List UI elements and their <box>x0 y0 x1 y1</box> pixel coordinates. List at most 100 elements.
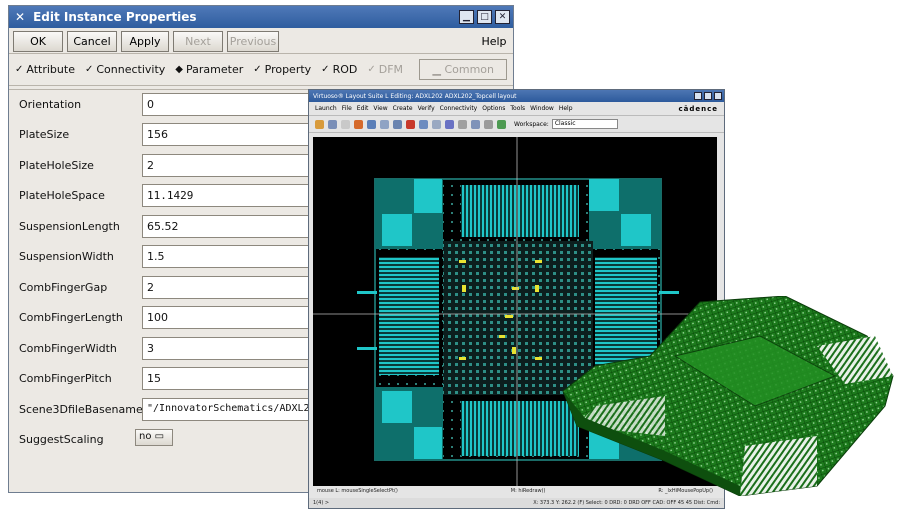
tab-rod[interactable]: ✓ ROD <box>321 63 357 76</box>
command-prompt[interactable]: 1(4) > <box>313 500 329 506</box>
tab-label: Attribute <box>26 63 75 76</box>
undo-icon[interactable] <box>354 119 363 129</box>
layout-command-line: 1(4) > X: 373.3 Y: 262.2 (F) Select: 0 D… <box>309 498 724 508</box>
dropdown-icon: ▭ <box>154 431 165 442</box>
status-left: mouse L: mouseSingleSelectPt() <box>317 488 398 494</box>
pad-tr-2 <box>621 214 651 246</box>
next-button[interactable]: Next <box>173 31 223 52</box>
via <box>459 260 466 263</box>
maximize-icon[interactable] <box>704 92 712 100</box>
button-bar: OK Cancel Apply Next Previous Help <box>9 28 513 54</box>
tab-dfm[interactable]: ✓ DFM <box>367 63 403 76</box>
param-label: Orientation <box>19 98 82 111</box>
check-icon: ✓ <box>15 64 24 75</box>
cut-icon[interactable] <box>341 119 350 129</box>
menu-verify[interactable]: Verify <box>418 105 435 112</box>
workspace-label: Workspace: <box>514 120 549 128</box>
menu-options[interactable]: Options <box>482 105 505 112</box>
menu-file[interactable]: File <box>342 105 352 112</box>
menu-view[interactable]: View <box>373 105 387 112</box>
tab-attribute[interactable]: ✓ Attribute <box>15 63 75 76</box>
mesh-plate-top <box>562 296 894 496</box>
menu-help[interactable]: Help <box>559 105 573 112</box>
delete-icon[interactable] <box>406 119 415 129</box>
via <box>535 260 542 263</box>
previous-button[interactable]: Previous <box>227 31 279 52</box>
menu-launch[interactable]: Launch <box>315 105 337 112</box>
param-label: PlateHoleSize <box>19 159 94 172</box>
pad-tr-1 <box>589 179 619 211</box>
tab-property[interactable]: ✓ Property <box>253 63 311 76</box>
pad-tl-2 <box>382 214 412 246</box>
beam-h-top <box>357 291 377 294</box>
menu-edit[interactable]: Edit <box>357 105 369 112</box>
stretch-icon[interactable] <box>393 119 402 129</box>
beam-h-right <box>659 291 679 294</box>
pad-bl-2 <box>414 427 442 459</box>
comb-left <box>379 257 439 375</box>
properties-icon[interactable] <box>432 119 441 129</box>
check-icon: ✓ <box>253 64 262 75</box>
beam-h-left-bottom <box>357 347 377 350</box>
status-middle: M: hiRedraw() <box>510 488 546 494</box>
close-icon[interactable]: ✕ <box>495 10 510 24</box>
cancel-button[interactable]: Cancel <box>67 31 117 52</box>
coordinate-status: X: 373.3 Y: 262.2 (F) Select: 0 DRD: 0 D… <box>533 500 720 506</box>
param-label: Scene3DfileBasename <box>19 403 143 416</box>
check-icon: ✓ <box>367 64 376 75</box>
param-label: CombFingerLength <box>19 311 123 324</box>
via <box>462 285 466 292</box>
tab-parameter[interactable]: ◆ Parameter <box>175 63 243 76</box>
param-label: CombFingerPitch <box>19 372 112 385</box>
hierarchy-icon[interactable] <box>445 119 454 129</box>
menu-connectivity[interactable]: Connectivity <box>440 105 478 112</box>
menu-create[interactable]: Create <box>393 105 413 112</box>
via <box>535 285 539 292</box>
ruler-icon[interactable] <box>458 119 467 129</box>
cadence-logo: cādence <box>678 104 718 113</box>
menu-tools[interactable]: Tools <box>510 105 525 112</box>
close-icon[interactable] <box>714 92 722 100</box>
workspace-select[interactable]: Classic <box>551 119 618 129</box>
copy-icon[interactable] <box>380 119 389 129</box>
check-icon: ✓ <box>321 64 330 75</box>
layout-titlebar[interactable]: Virtuoso® Layout Suite L Editing: ADXL20… <box>309 90 724 102</box>
3d-mesh-render <box>562 296 894 496</box>
param-label: SuggestScaling <box>19 433 104 446</box>
pad-tl-1 <box>414 179 442 213</box>
via <box>512 287 519 290</box>
menu-window[interactable]: Window <box>530 105 554 112</box>
save-icon[interactable] <box>328 119 337 129</box>
x-icon: ✕ <box>15 10 26 24</box>
layers-icon[interactable] <box>497 119 506 129</box>
open-icon[interactable] <box>315 119 324 129</box>
layout-menubar: Launch File Edit View Create Verify Conn… <box>309 102 724 115</box>
apply-button[interactable]: Apply <box>121 31 169 52</box>
layout-title: Virtuoso® Layout Suite L Editing: ADXL20… <box>313 92 517 100</box>
pad-bl-1 <box>382 391 412 423</box>
minimize-icon[interactable]: ▁ <box>459 10 474 24</box>
via <box>459 357 466 360</box>
ok-button[interactable]: OK <box>13 31 63 52</box>
tab-bar: ✓ Attribute ✓ Connectivity ◆ Parameter ✓ Pro… <box>9 54 513 86</box>
zoom-icon[interactable] <box>471 119 480 129</box>
param-label: CombFingerGap <box>19 281 108 294</box>
tab-label: Connectivity <box>96 63 166 76</box>
diamond-icon: ◆ <box>175 64 183 75</box>
maximize-icon[interactable]: □ <box>477 10 492 24</box>
pan-icon[interactable] <box>484 119 493 129</box>
minimize-icon[interactable] <box>694 92 702 100</box>
tab-connectivity[interactable]: ✓ Connectivity <box>85 63 165 76</box>
dialog-titlebar[interactable]: ✕ Edit Instance Properties ▁ □ ✕ <box>9 6 513 28</box>
move-icon[interactable] <box>367 119 376 129</box>
common-toggle[interactable]: ▁ Common <box>419 59 507 80</box>
tab-label: DFM <box>378 63 404 76</box>
param-label: SuspensionLength <box>19 220 120 233</box>
tab-label: Parameter <box>186 63 244 76</box>
help-button[interactable]: Help <box>479 31 509 52</box>
comb-top <box>461 185 579 237</box>
suggestscaling-select[interactable]: no ▭ <box>135 429 173 446</box>
param-label: SuspensionWidth <box>19 250 114 263</box>
rotate-icon[interactable] <box>419 119 428 129</box>
param-label: CombFingerWidth <box>19 342 117 355</box>
